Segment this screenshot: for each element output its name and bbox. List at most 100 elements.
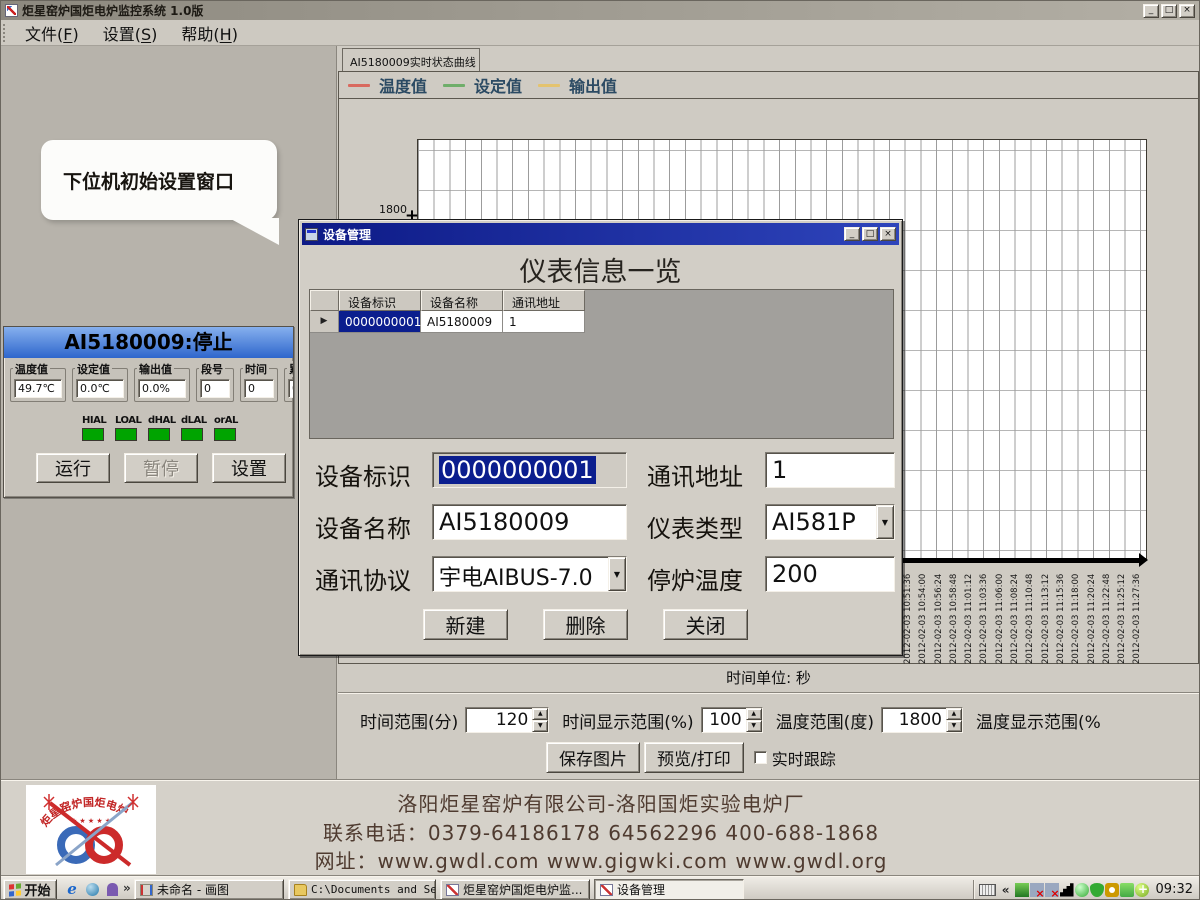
stop-temp-label: 停炉温度 bbox=[647, 567, 743, 595]
spin-field[interactable]: 100 ▲ ▼ bbox=[700, 707, 763, 733]
start-button[interactable]: 开始 bbox=[3, 879, 57, 899]
close-icon[interactable]: × bbox=[1179, 3, 1195, 18]
tray-health-icon[interactable] bbox=[1134, 882, 1149, 897]
chevron-down-icon[interactable]: ▼ bbox=[608, 557, 626, 591]
tray-database-icon[interactable] bbox=[1104, 882, 1119, 897]
spin-down-icon[interactable]: ▼ bbox=[945, 720, 962, 732]
spin-field[interactable]: 120 ▲ ▼ bbox=[465, 707, 550, 733]
device-status-panel: AI5180009:停止 温度值 49.7℃ 设定值 0.0℃ 输出值 0.0%… bbox=[3, 326, 294, 498]
callout-text: 下位机初始设置窗口 bbox=[63, 171, 235, 193]
stop-temp-field[interactable]: 200 bbox=[765, 556, 895, 592]
device-field: 输出值 0.0% bbox=[134, 361, 190, 402]
device-field: 时间 0 bbox=[240, 361, 278, 402]
spin-up-icon[interactable]: ▲ bbox=[532, 708, 549, 720]
delete-button[interactable]: 删除 bbox=[543, 609, 628, 640]
footer-company-line: 洛阳炬星窑炉有限公司-洛阳国炬实验电炉厂 bbox=[397, 792, 805, 816]
x-axis-tick-label: 2012-02-03 11:06:00 bbox=[994, 573, 1005, 664]
cell-comm-address[interactable]: 1 bbox=[503, 311, 585, 333]
chart-legend: 温度值 设定值 输出值 bbox=[339, 72, 1198, 99]
x-axis-tick-label: 2012-02-03 11:03:36 bbox=[979, 573, 990, 664]
preview-print-button[interactable]: 预览/打印 bbox=[644, 742, 744, 773]
alarm-lamp-icon bbox=[82, 428, 104, 441]
dialog-maximize-icon[interactable]: □ bbox=[862, 227, 878, 241]
tray-collapse-icon[interactable]: « bbox=[1002, 883, 1010, 897]
spin-down-icon[interactable]: ▼ bbox=[532, 720, 549, 732]
quick-launch-messenger-icon[interactable] bbox=[103, 880, 121, 898]
dialog-buttons: 新建 删除 关闭 bbox=[299, 609, 902, 640]
control-group: 温度范围(度) 1800 ▲ ▼ bbox=[776, 707, 963, 733]
device-id-field[interactable]: 0000000001 bbox=[432, 452, 627, 488]
table-row[interactable]: ▶ 0000000001 AI5180009 1 bbox=[310, 311, 893, 333]
device-management-dialog: 设备管理 _ □ × 仪表信息一览 设备标识 设备名称 通讯地址 ▶ 00000… bbox=[298, 219, 903, 656]
tab-realtime-curve[interactable]: AI5180009实时状态曲线 bbox=[342, 48, 480, 72]
menu-bar: 文件(F) 设置(S) 帮助(H) bbox=[1, 20, 1199, 46]
spin-up-icon[interactable]: ▲ bbox=[745, 708, 762, 720]
dialog-close-icon[interactable]: × bbox=[880, 227, 896, 241]
chevron-down-icon[interactable]: ▼ bbox=[876, 505, 894, 539]
x-axis-tick-label: 2012-02-03 11:01:12 bbox=[964, 573, 975, 664]
dialog-title-bar[interactable]: 设备管理 _ □ × bbox=[302, 223, 899, 245]
alarm-lamp: HIAL bbox=[82, 415, 107, 441]
system-tray: « 09:32 bbox=[972, 877, 1199, 899]
setup-button[interactable]: 设置 bbox=[212, 453, 286, 483]
spin-up-icon[interactable]: ▲ bbox=[945, 708, 962, 720]
quick-launch-overflow-icon[interactable]: » bbox=[123, 881, 131, 895]
device-id-label: 设备标识 bbox=[315, 463, 411, 491]
alarm-lamp-icon bbox=[148, 428, 170, 441]
meter-type-select[interactable]: AI581P ▼ bbox=[765, 504, 895, 540]
alarm-lamp-icon bbox=[115, 428, 137, 441]
minimize-icon[interactable]: _ bbox=[1143, 3, 1159, 18]
paint-icon bbox=[140, 883, 153, 896]
alarm-lamp: orAL bbox=[214, 415, 238, 441]
realtime-track-checkbox[interactable] bbox=[753, 751, 767, 764]
realtime-track-label: 实时跟踪 bbox=[771, 749, 836, 769]
cell-device-name[interactable]: AI5180009 bbox=[421, 311, 503, 333]
device-name-label: 设备名称 bbox=[315, 515, 411, 543]
app-window-icon bbox=[600, 883, 613, 896]
tray-network-error-icon[interactable] bbox=[1029, 882, 1045, 899]
grid-column-header: 通讯地址 bbox=[503, 290, 585, 311]
tray-package-icon[interactable] bbox=[1014, 882, 1029, 897]
close-button[interactable]: 关闭 bbox=[663, 609, 748, 640]
spin-field[interactable]: 1800 ▲ ▼ bbox=[880, 707, 963, 733]
device-grid: 设备标识 设备名称 通讯地址 ▶ 0000000001 AI5180009 1 bbox=[309, 289, 894, 439]
run-button[interactable]: 运行 bbox=[36, 453, 110, 483]
alarm-lamp: LOAL bbox=[115, 415, 142, 441]
quick-launch-ie-icon[interactable]: e bbox=[63, 880, 81, 898]
legend-dash-icon bbox=[443, 83, 466, 87]
protocol-select[interactable]: 宇电AIBUS-7.0 ▼ bbox=[432, 556, 627, 592]
tray-storage-icon[interactable] bbox=[1119, 882, 1134, 897]
x-axis-tick-label: 2012-02-03 11:18:00 bbox=[1071, 573, 1082, 664]
meter-type-label: 仪表类型 bbox=[647, 515, 743, 543]
quick-launch-browser-icon[interactable] bbox=[83, 880, 101, 898]
menu-item[interactable]: 帮助(H) bbox=[169, 19, 250, 47]
device-fields: 温度值 49.7℃ 设定值 0.0℃ 输出值 0.0% 段号 0 时间 0 累计… bbox=[4, 361, 293, 402]
task-device-management[interactable]: 设备管理 bbox=[594, 879, 744, 899]
task-monitor-app[interactable]: 炬星窑炉国炬电炉监... bbox=[440, 879, 590, 899]
dialog-heading: 仪表信息一览 bbox=[519, 257, 682, 288]
task-paint[interactable]: 未命名 - 画图 bbox=[134, 879, 284, 899]
alarm-lamp-icon bbox=[181, 428, 203, 441]
alarm-lamps: HIAL LOAL dHAL dLAL orAL bbox=[4, 415, 293, 441]
x-axis-labels: 2012-02-03 10:51:36 2012-02-03 10:54:00 20… bbox=[901, 567, 1147, 664]
new-button[interactable]: 新建 bbox=[423, 609, 508, 640]
tray-shield-icon[interactable] bbox=[1089, 882, 1104, 897]
device-name-field[interactable]: AI5180009 bbox=[432, 504, 627, 540]
maximize-icon[interactable]: □ bbox=[1161, 3, 1177, 18]
device-field: 设定值 0.0℃ bbox=[72, 361, 128, 402]
tray-status-icon[interactable] bbox=[1074, 882, 1089, 897]
x-axis-tick-label: 2012-02-03 11:22:48 bbox=[1101, 573, 1112, 664]
dialog-minimize-icon[interactable]: _ bbox=[844, 227, 860, 241]
menu-item[interactable]: 文件(F) bbox=[13, 19, 91, 47]
save-image-button[interactable]: 保存图片 bbox=[546, 742, 640, 773]
grid-marker-header bbox=[310, 290, 339, 311]
comm-address-field[interactable]: 1 bbox=[765, 452, 895, 488]
task-explorer[interactable]: C:\Documents and Se... bbox=[288, 879, 436, 899]
input-method-icon[interactable] bbox=[978, 883, 996, 896]
tray-signal-icon[interactable] bbox=[1059, 883, 1074, 897]
menu-item[interactable]: 设置(S) bbox=[91, 19, 170, 47]
device-buttons: 运行 暂停 设置 bbox=[4, 453, 293, 483]
cell-device-id[interactable]: 0000000001 bbox=[339, 311, 421, 333]
tray-audio-error-icon[interactable] bbox=[1044, 882, 1060, 899]
spin-down-icon[interactable]: ▼ bbox=[745, 720, 762, 732]
